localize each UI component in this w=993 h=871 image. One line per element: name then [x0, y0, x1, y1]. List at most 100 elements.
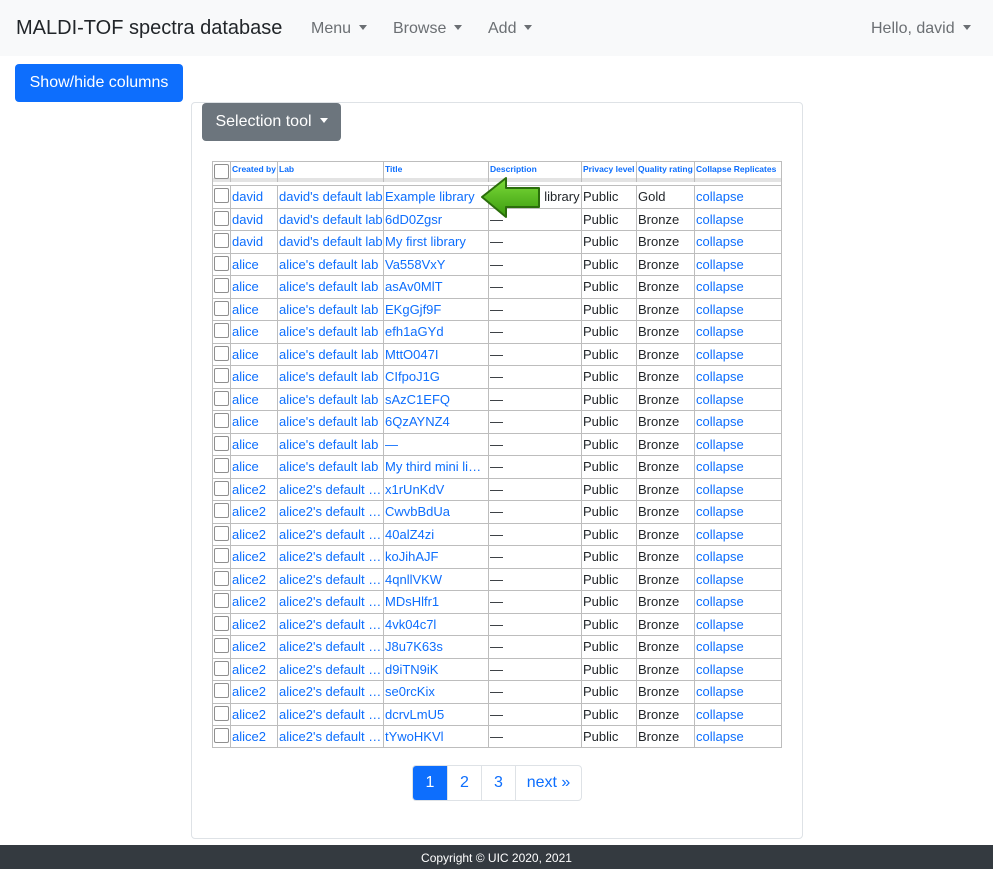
title-link[interactable]: 4vk04c7l: [384, 613, 489, 635]
row-checkbox[interactable]: [214, 368, 229, 383]
collapse-link[interactable]: collapse: [695, 299, 781, 321]
row-checkbox[interactable]: [214, 503, 229, 518]
row-checkbox[interactable]: [214, 435, 229, 451]
created-by-link[interactable]: alice: [231, 411, 278, 433]
created-by-link[interactable]: alice2: [231, 658, 278, 680]
row-checkbox[interactable]: [214, 705, 229, 721]
collapse-link[interactable]: collapse: [695, 321, 781, 343]
brand-title[interactable]: MALDI-TOF spectra database: [16, 16, 282, 40]
page-1[interactable]: 1: [413, 766, 447, 800]
created-by-link[interactable]: alice: [231, 321, 278, 343]
row-checkbox[interactable]: [214, 210, 229, 226]
created-by-link[interactable]: david: [231, 208, 278, 230]
created-by-link[interactable]: david: [231, 186, 278, 208]
row-checkbox[interactable]: [214, 615, 229, 631]
user-dropdown[interactable]: Hello, david: [871, 19, 971, 39]
title-link[interactable]: —: [384, 433, 489, 455]
title-link[interactable]: efh1aGYd: [384, 321, 489, 343]
row-checkbox[interactable]: [214, 278, 229, 293]
collapse-link[interactable]: collapse: [695, 524, 781, 546]
row-checkbox[interactable]: [214, 233, 229, 248]
created-by-link[interactable]: alice: [231, 298, 278, 320]
row-checkbox[interactable]: [214, 728, 229, 743]
title-link[interactable]: CwvbBdUa: [384, 501, 489, 523]
lab-link[interactable]: alice2's default lab: [278, 703, 384, 725]
page-3[interactable]: 3: [481, 766, 515, 800]
title-link[interactable]: MDsHlfr1: [384, 591, 489, 613]
title-link[interactable]: koJihAJF: [384, 546, 489, 568]
row-checkbox[interactable]: [214, 548, 229, 563]
collapse-link[interactable]: collapse: [695, 614, 781, 636]
created-by-link[interactable]: alice2: [231, 681, 278, 703]
collapse-link[interactable]: collapse: [695, 254, 781, 276]
lab-link[interactable]: alice2's default lab: [278, 636, 384, 658]
title-link[interactable]: J8u7K63s: [384, 636, 489, 658]
row-checkbox[interactable]: [214, 413, 229, 428]
header-title[interactable]: Title: [384, 162, 489, 182]
show-hide-columns-button[interactable]: Show/hide columns: [15, 64, 183, 102]
created-by-link[interactable]: alice: [231, 433, 278, 455]
lab-link[interactable]: alice2's default lab: [278, 568, 384, 590]
collapse-link[interactable]: collapse: [695, 659, 781, 681]
header-quality-rating[interactable]: Quality rating: [637, 162, 695, 182]
created-by-link[interactable]: alice2: [231, 501, 278, 523]
row-checkbox[interactable]: [214, 660, 229, 676]
collapse-link[interactable]: collapse: [695, 501, 781, 523]
lab-link[interactable]: alice2's default lab: [278, 613, 384, 635]
header-collapse-replicates[interactable]: Collapse Replicates: [695, 162, 781, 182]
collapse-link[interactable]: collapse: [695, 186, 781, 208]
created-by-link[interactable]: alice2: [231, 523, 278, 545]
lab-link[interactable]: david's default lab: [278, 186, 384, 208]
title-link[interactable]: dcrvLmU5: [384, 703, 489, 725]
collapse-link[interactable]: collapse: [695, 209, 781, 231]
header-lab[interactable]: Lab: [278, 162, 384, 182]
created-by-link[interactable]: alice2: [231, 636, 278, 658]
lab-link[interactable]: alice2's default lab: [278, 591, 384, 613]
row-checkbox[interactable]: [214, 255, 229, 271]
next-page-link[interactable]: next »: [515, 766, 581, 800]
title-link[interactable]: My third mini library: [384, 456, 489, 478]
row-checkbox[interactable]: [214, 458, 229, 473]
created-by-link[interactable]: alice: [231, 343, 278, 365]
row-checkbox[interactable]: [214, 638, 229, 653]
title-link[interactable]: sAzC1EFQ: [384, 388, 489, 410]
created-by-link[interactable]: alice2: [231, 568, 278, 590]
select-all-checkbox[interactable]: [214, 164, 229, 179]
created-by-link[interactable]: alice2: [231, 546, 278, 568]
lab-link[interactable]: alice's default lab: [278, 321, 384, 343]
lab-link[interactable]: david's default lab: [278, 208, 384, 230]
title-link[interactable]: x1rUnKdV: [384, 478, 489, 500]
created-by-link[interactable]: alice2: [231, 613, 278, 635]
title-link[interactable]: 4qnllVKW: [384, 568, 489, 590]
row-checkbox[interactable]: [214, 525, 229, 541]
browse-dropdown[interactable]: Browse: [393, 19, 463, 39]
title-link[interactable]: d9iTN9iK: [384, 658, 489, 680]
lab-link[interactable]: alice2's default lab: [278, 523, 384, 545]
collapse-link[interactable]: collapse: [695, 434, 781, 456]
row-checkbox[interactable]: [214, 593, 229, 608]
lab-link[interactable]: alice2's default lab: [278, 681, 384, 703]
created-by-link[interactable]: alice2: [231, 726, 278, 748]
lab-link[interactable]: alice's default lab: [278, 276, 384, 298]
collapse-link[interactable]: collapse: [695, 389, 781, 411]
title-link[interactable]: CIfpoJ1G: [384, 366, 489, 388]
collapse-link[interactable]: collapse: [695, 636, 781, 658]
title-link[interactable]: se0rcKix: [384, 681, 489, 703]
lab-link[interactable]: david's default lab: [278, 231, 384, 253]
title-link[interactable]: asAv0MlT: [384, 276, 489, 298]
collapse-link[interactable]: collapse: [695, 726, 781, 748]
row-checkbox[interactable]: [214, 480, 229, 496]
created-by-link[interactable]: alice: [231, 276, 278, 298]
collapse-link[interactable]: collapse: [695, 479, 781, 501]
collapse-link[interactable]: collapse: [695, 681, 781, 703]
title-link[interactable]: 40alZ4zi: [384, 523, 489, 545]
lab-link[interactable]: alice2's default lab: [278, 501, 384, 523]
title-link[interactable]: Va558VxY: [384, 253, 489, 275]
lab-link[interactable]: alice's default lab: [278, 456, 384, 478]
row-checkbox[interactable]: [214, 188, 229, 203]
title-link[interactable]: 6QzAYNZ4: [384, 411, 489, 433]
collapse-link[interactable]: collapse: [695, 366, 781, 388]
lab-link[interactable]: alice's default lab: [278, 433, 384, 455]
lab-link[interactable]: alice's default lab: [278, 253, 384, 275]
created-by-link[interactable]: alice2: [231, 591, 278, 613]
